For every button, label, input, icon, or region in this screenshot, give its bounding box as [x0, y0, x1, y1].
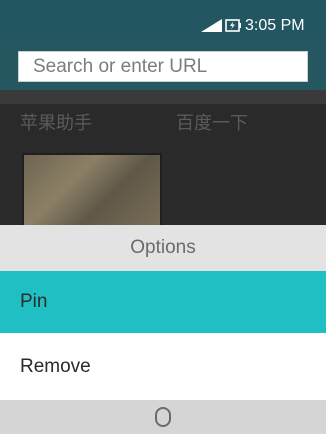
- top-site-label-2: 百度一下: [176, 113, 248, 133]
- url-bar[interactable]: Search or enter URL: [18, 51, 308, 82]
- signal-strength-icon: [201, 19, 222, 32]
- remove-menu-item[interactable]: Remove: [0, 336, 326, 398]
- softkey-bar: [0, 400, 326, 434]
- top-sites-strip: [0, 90, 326, 104]
- status-bar: 3:05 PM: [0, 0, 326, 40]
- remove-label: Remove: [20, 356, 91, 377]
- dimmed-page-content: 苹果助手 百度一下: [0, 90, 326, 233]
- select-ring-icon[interactable]: [155, 407, 171, 427]
- options-title: Options: [130, 237, 196, 258]
- options-header: Options: [0, 225, 326, 271]
- status-time: 3:05 PM: [245, 17, 305, 34]
- search-input-placeholder: Search or enter URL: [33, 56, 208, 77]
- top-site-thumbnail: [22, 153, 162, 233]
- top-site-label-1: 苹果助手: [20, 113, 92, 133]
- pin-label: Pin: [20, 291, 48, 312]
- battery-charging-icon: [225, 19, 241, 32]
- pin-menu-item[interactable]: Pin: [0, 271, 326, 333]
